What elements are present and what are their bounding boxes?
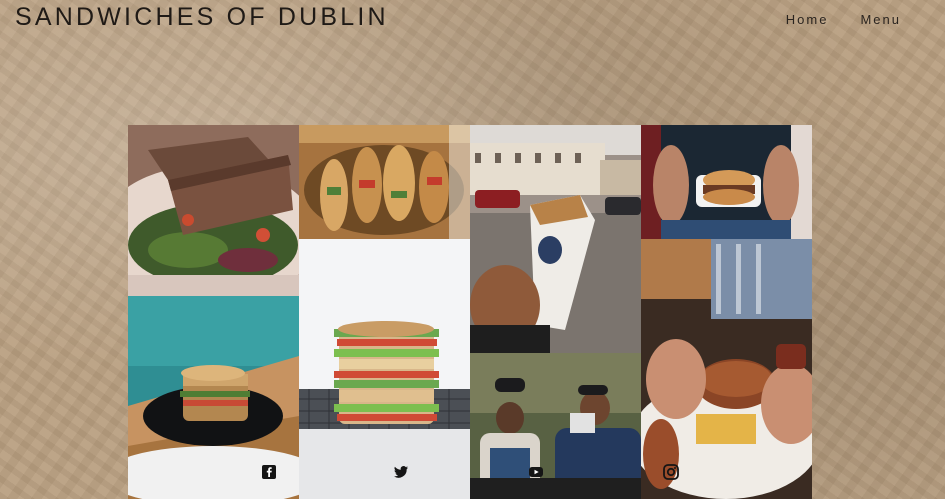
nav-home-link[interactable]: Home <box>786 12 829 27</box>
photo-toasted-brown-bread-sandwich <box>128 125 299 296</box>
photo-club-sandwich-stack <box>299 239 470 499</box>
photo-person-holding-sandwich <box>641 125 812 239</box>
main-nav: Home Menu <box>786 12 901 27</box>
photo-baguette-sandwich-basket <box>299 125 470 239</box>
site-header: SANDWICHES OF DUBLIN Home Menu <box>0 0 945 40</box>
twitter-icon[interactable] <box>393 464 409 480</box>
photo-hands-tearing-burger <box>641 239 812 499</box>
nav-menu-link[interactable]: Menu <box>860 12 901 27</box>
instagram-icon[interactable] <box>663 464 679 480</box>
photo-gallery <box>128 125 812 499</box>
site-title[interactable]: SANDWICHES OF DUBLIN <box>15 3 389 32</box>
social-links <box>128 464 812 488</box>
photo-street-wrap-in-hand <box>470 125 641 353</box>
facebook-icon[interactable] <box>261 464 277 480</box>
youtube-icon[interactable] <box>528 464 544 480</box>
